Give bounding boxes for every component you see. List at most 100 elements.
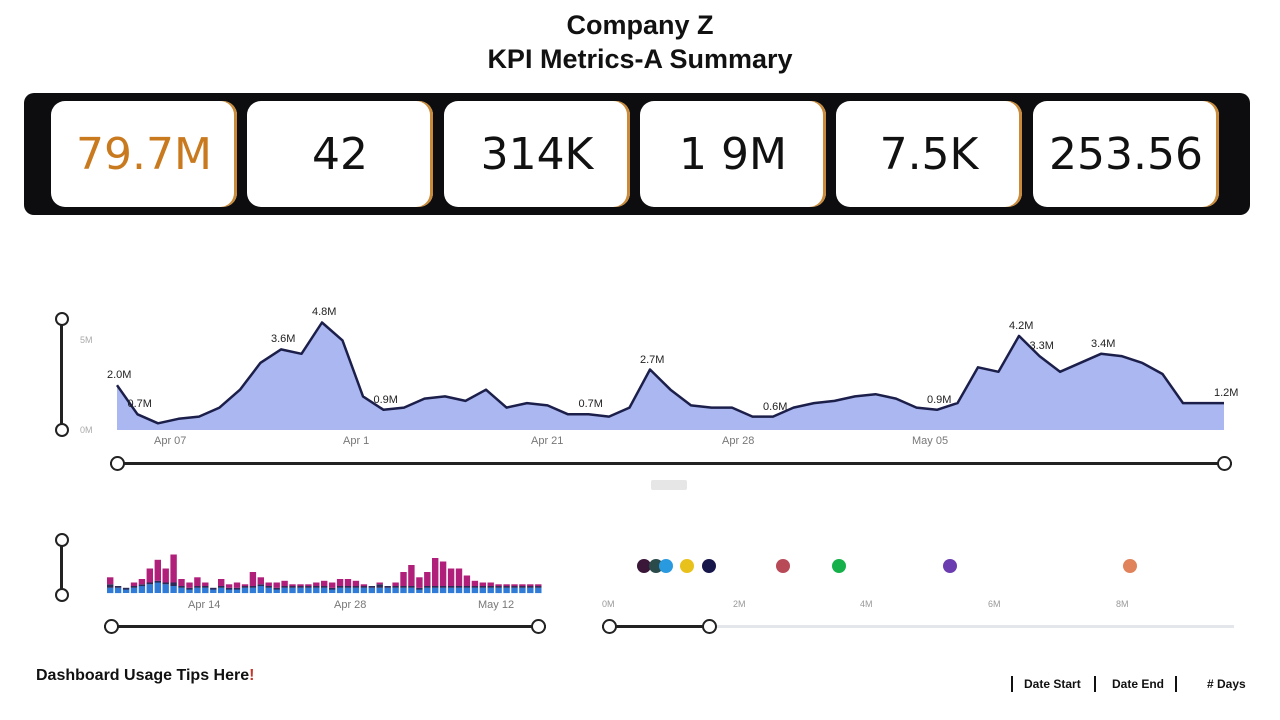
bar-segment: [170, 554, 177, 583]
bar-segment: [107, 577, 114, 585]
bar-segment: [400, 572, 407, 586]
bar-segment: [305, 586, 312, 588]
scatter-point[interactable]: [776, 559, 790, 573]
tips-mark: !: [249, 667, 255, 684]
bar-segment: [511, 584, 518, 587]
scatter-point[interactable]: [701, 559, 716, 573]
bar-segment: [313, 587, 320, 594]
bar-segment: [455, 568, 463, 586]
bar-segment: [527, 587, 534, 594]
bar-segment: [329, 582, 336, 588]
bar-segment: [535, 587, 542, 594]
bar-segment: [439, 561, 447, 586]
bar-segment: [138, 586, 146, 593]
bar-segment: [202, 587, 209, 594]
bar-segment: [186, 589, 193, 593]
separator: [1094, 676, 1096, 692]
bar-segment: [408, 586, 415, 588]
bar-segment: [241, 587, 249, 594]
scatter-x-tick: 0M: [602, 599, 615, 609]
scatter-point[interactable]: [831, 559, 846, 573]
bar-segment: [297, 586, 304, 588]
bar-segment: [400, 586, 407, 588]
bar-segment: [368, 587, 375, 594]
bar-segment: [321, 580, 328, 587]
bar-segment: [273, 582, 280, 588]
bar-segment: [305, 584, 312, 587]
bar-segment: [432, 587, 439, 594]
bar-segment: [368, 586, 375, 588]
bar-segment: [408, 587, 415, 594]
bar-segment: [376, 587, 383, 594]
bar-chart-date-slider[interactable]: [104, 619, 546, 634]
bar-segment: [107, 584, 114, 588]
bar-x-tick: Apr 28: [334, 599, 367, 611]
bar-segment: [416, 587, 423, 590]
bar-segment: [329, 589, 336, 593]
bar-segment: [233, 587, 241, 590]
bar-segment: [416, 589, 423, 593]
bar-segment: [471, 587, 479, 594]
bar-slider-start-handle[interactable]: [104, 619, 119, 634]
bar-segment: [233, 582, 241, 588]
bar-segment: [392, 587, 399, 594]
bar-segment: [281, 587, 288, 594]
bar-segment: [218, 586, 225, 588]
bar-segment: [305, 587, 312, 594]
bar-segment: [447, 586, 455, 588]
bar-segment: [519, 587, 526, 594]
bar-segment: [257, 577, 264, 585]
bar-segment: [352, 580, 360, 587]
bar-chart: [107, 554, 542, 594]
separator: [1011, 676, 1013, 692]
bar-segment: [432, 586, 439, 588]
dashboard-usage-tips[interactable]: Dashboard Usage Tips Here!: [36, 667, 254, 685]
bar-segment: [439, 586, 447, 588]
scatter-slider-start-handle[interactable]: [602, 619, 617, 634]
bar-segment: [463, 587, 471, 594]
bar-segment: [138, 579, 146, 585]
bar-segment: [535, 586, 542, 588]
scatter-x-tick: 6M: [988, 599, 1001, 609]
bar-segment: [511, 587, 518, 594]
bar-segment: [535, 584, 542, 587]
date-end-label[interactable]: Date End: [1112, 677, 1164, 691]
bar-segment: [130, 587, 138, 594]
bar-segment: [511, 586, 518, 588]
bar-segment: [392, 586, 399, 588]
scatter-range-slider[interactable]: [602, 619, 1234, 634]
bar-segment: [138, 584, 146, 587]
bar-segment: [194, 587, 201, 594]
bar-segment: [249, 572, 257, 586]
bar-segment: [218, 579, 225, 586]
bar-segment: [479, 586, 486, 588]
bar-segment: [289, 586, 296, 588]
bar-segment: [122, 587, 130, 590]
bar-segment: [352, 586, 360, 588]
bar-slider-rail: [104, 625, 546, 628]
date-start-label[interactable]: Date Start: [1024, 677, 1081, 691]
scatter-slider-end-handle[interactable]: [702, 619, 717, 634]
bar-segment: [202, 582, 209, 586]
bar-x-tick: May 12: [478, 599, 515, 611]
days-label[interactable]: # Days: [1207, 677, 1246, 691]
bar-segment: [344, 579, 352, 586]
bar-segment: [503, 586, 510, 588]
bar-segment: [424, 572, 431, 586]
bar-segment: [424, 586, 431, 588]
bar-segment: [527, 584, 534, 587]
bar-segment: [519, 584, 526, 587]
bar-slider-end-handle[interactable]: [531, 619, 546, 634]
bar-segment: [447, 587, 455, 594]
scatter-point[interactable]: [679, 559, 694, 573]
bar-segment: [154, 582, 161, 593]
bar-segment: [384, 586, 391, 588]
bar-segment: [495, 587, 502, 594]
separator: [1175, 676, 1177, 692]
bar-segment: [178, 586, 185, 588]
bar-segment: [487, 587, 494, 594]
bar-segment: [360, 586, 368, 588]
bar-segment: [321, 587, 328, 594]
bar-segment: [257, 584, 264, 587]
bar-segment: [218, 587, 225, 594]
